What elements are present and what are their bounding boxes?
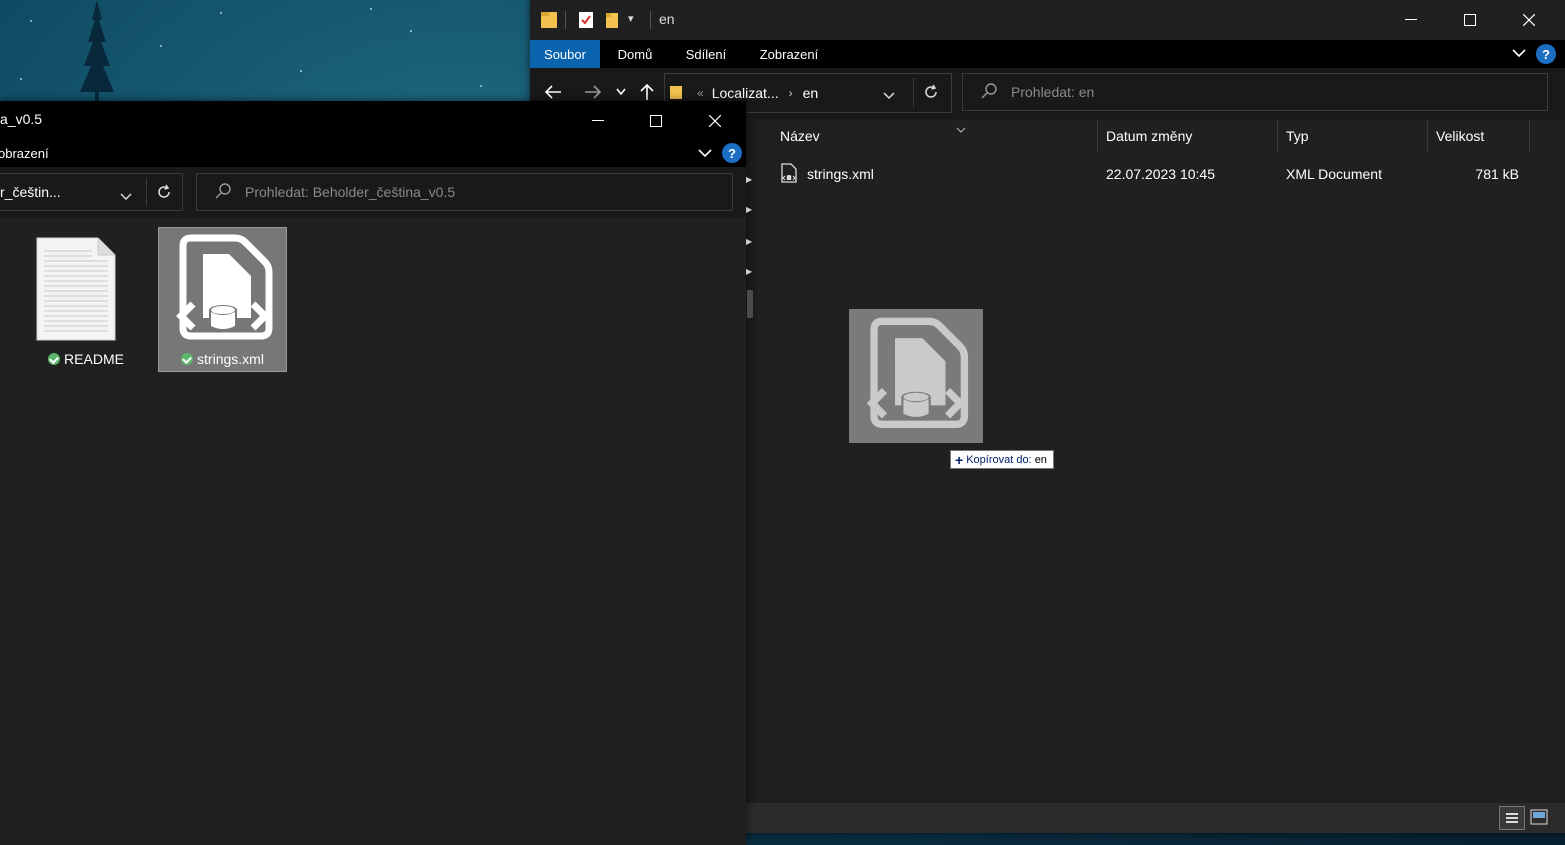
file-icons-view: README strings.xml (0, 217, 746, 845)
table-row[interactable]: strings.xml 22.07.2023 10:45 XML Documen… (772, 160, 1532, 186)
new-folder-icon[interactable] (605, 11, 619, 34)
title-bar: a_v0.5 (0, 101, 746, 139)
properties-icon[interactable] (578, 11, 594, 34)
refresh-icon[interactable] (156, 184, 172, 203)
chevron-down-icon[interactable] (698, 146, 712, 163)
drag-tooltip-target: en (1034, 453, 1047, 466)
file-name: strings.xml (807, 166, 874, 182)
window-title: en (659, 11, 675, 27)
chevron-down-icon[interactable] (1512, 46, 1526, 63)
details-view-icon[interactable] (1499, 806, 1525, 830)
tab-soubor[interactable]: Soubor (530, 40, 600, 68)
address-dropdown-icon[interactable] (120, 188, 132, 204)
search-placeholder: Prohledat: Beholder_čeština_v0.5 (245, 184, 456, 200)
overflow-icon[interactable]: « (697, 86, 704, 100)
folder-icon (540, 10, 558, 35)
refresh-icon[interactable] (923, 84, 939, 103)
plus-icon: + (955, 451, 964, 468)
minimize-button[interactable] (1382, 0, 1440, 39)
sync-status-icon (181, 353, 194, 365)
expand-arrow-icon[interactable]: ▶ (746, 237, 752, 246)
file-item-readme[interactable]: README (18, 227, 134, 372)
search-icon (215, 182, 231, 202)
search-box[interactable]: Prohledat: en (962, 73, 1548, 111)
column-header-date[interactable]: Datum změny (1098, 120, 1278, 152)
close-button[interactable] (686, 101, 744, 140)
file-date: 22.07.2023 10:45 (1106, 166, 1215, 182)
xml-file-icon (857, 315, 973, 444)
navigation-bar: r_češtin... Prohledat: Beholder_čeština_… (0, 167, 746, 217)
file-list: Název Datum změny Typ Velikost strings.x… (756, 120, 1565, 833)
column-header-name[interactable]: Název (772, 120, 1098, 152)
column-header-size[interactable]: Velikost (1428, 120, 1530, 152)
nav-pane-scrollbar-thumb[interactable] (747, 290, 753, 318)
expand-arrow-icon[interactable]: ▶ (746, 175, 752, 184)
file-type: XML Document (1286, 166, 1382, 182)
tab-zobrazeni[interactable]: Zobrazení (752, 40, 826, 68)
ribbon-tabs: obrazení ? (0, 139, 746, 167)
tab-zobrazeni[interactable]: obrazení (0, 139, 56, 167)
column-header-type[interactable]: Typ (1278, 120, 1428, 152)
help-button[interactable]: ? (1536, 44, 1556, 64)
breadcrumb-en[interactable]: en (803, 85, 819, 101)
breadcrumb-separator-icon: › (788, 86, 793, 100)
expand-arrow-icon[interactable]: ▶ (746, 267, 752, 276)
expand-arrow-icon[interactable]: ▶ (746, 205, 752, 214)
sync-status-icon (48, 353, 61, 365)
explorer-window-beholder: a_v0.5 obrazení ? r_češtin... Prohledat:… (0, 101, 746, 845)
customize-toolbar-icon[interactable]: ▾ (628, 12, 634, 25)
folder-icon (669, 84, 683, 103)
maximize-button[interactable] (627, 101, 685, 140)
file-name: strings.xml (197, 351, 264, 367)
breadcrumb-localization[interactable]: Localizat... (712, 85, 779, 101)
help-button[interactable]: ? (722, 143, 742, 163)
xml-file-icon (780, 163, 798, 186)
large-icons-view-icon[interactable] (1530, 809, 1548, 830)
search-icon (981, 82, 997, 102)
search-placeholder: Prohledat: en (1011, 84, 1095, 100)
minimize-button[interactable] (569, 101, 627, 140)
search-box[interactable]: Prohledat: Beholder_čeština_v0.5 (196, 173, 733, 211)
drag-preview (849, 309, 983, 443)
address-text: r_češtin... (0, 184, 61, 200)
drag-tooltip: + Kopírovat do: en (950, 450, 1054, 469)
xml-file-icon (167, 232, 277, 355)
up-arrow-icon[interactable] (640, 83, 654, 101)
tab-sdileni[interactable]: Sdílení (678, 40, 734, 68)
address-bar[interactable]: r_češtin... (0, 173, 183, 211)
close-button[interactable] (1500, 0, 1558, 39)
file-size: 781 kB (1475, 166, 1519, 182)
file-item-strings-xml[interactable]: strings.xml (158, 227, 287, 372)
window-title: a_v0.5 (0, 111, 43, 127)
title-bar: ▾ en (530, 0, 1565, 40)
forward-arrow-icon[interactable] (584, 84, 602, 100)
tree-silhouette (80, 0, 114, 102)
drag-tooltip-action: Kopírovat do: (966, 453, 1032, 466)
back-arrow-icon[interactable] (544, 84, 562, 100)
address-dropdown-icon[interactable] (883, 87, 895, 103)
tab-domu[interactable]: Domů (610, 40, 660, 68)
ribbon-tabs: Soubor Domů Sdílení Zobrazení ? (530, 40, 1565, 68)
maximize-button[interactable] (1441, 0, 1499, 39)
text-document-icon (36, 237, 116, 346)
recent-locations-icon[interactable] (616, 88, 626, 96)
file-name: README (64, 351, 124, 367)
